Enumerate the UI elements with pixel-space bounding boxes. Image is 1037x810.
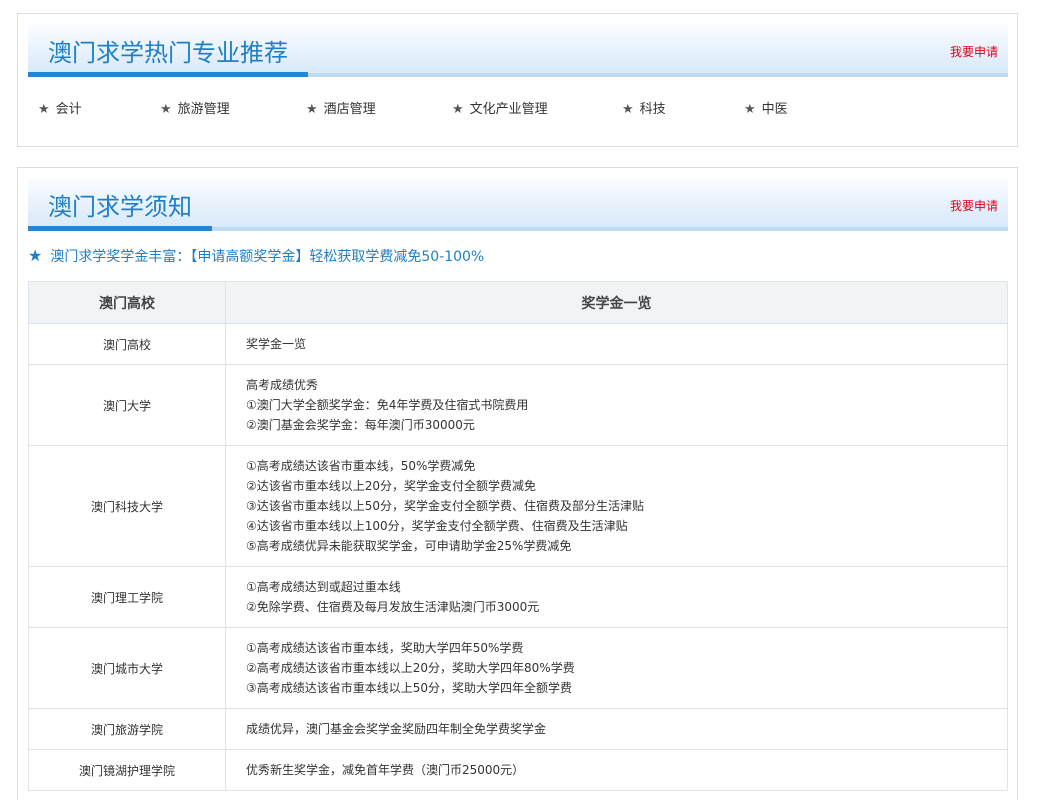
school-name: 澳门理工学院: [28, 566, 226, 628]
column-header-school: 澳门高校: [28, 281, 226, 324]
table-row: 澳门镜湖护理学院 优秀新生奖学金，减免首年学费（澳门币25000元）: [28, 749, 1008, 791]
scholarship-line: ①高考成绩达该省市重本线，奖助大学四年50%学费: [246, 641, 524, 655]
scholarship-line: ②免除学费、住宿费及每月发放生活津贴澳门币3000元: [246, 600, 540, 614]
scholarship-line: 优秀新生奖学金，减免首年学费（澳门币25000元）: [246, 763, 525, 777]
scholarship-table: 澳门高校 奖学金一览 澳门高校 奖学金一览 澳门大学 高考成绩优秀 ①澳门大学全…: [28, 281, 1008, 791]
scholarship-details: 高考成绩优秀 ①澳门大学全额奖学金：免4年学费及住宿式书院费用 ②澳门基金会奖学…: [225, 364, 1008, 446]
hot-majors-header: 澳门求学热门专业推荐 我要申请: [28, 24, 1008, 77]
major-item[interactable]: ★ 科技: [622, 98, 666, 117]
star-icon: ★: [38, 102, 50, 117]
major-item[interactable]: ★ 酒店管理: [306, 98, 376, 117]
scholarship-details: 奖学金一览: [225, 323, 1008, 365]
scholarship-line: ④达该省市重本线以上100分，奖学金支付全额学费、住宿费及生活津贴: [246, 519, 628, 533]
star-icon: ★: [28, 246, 43, 265]
hot-apply-link[interactable]: 我要申请: [950, 43, 998, 60]
school-name: 澳门高校: [28, 323, 226, 365]
table-row: 澳门高校 奖学金一览: [28, 323, 1008, 365]
major-label: 中医: [761, 102, 788, 117]
major-item[interactable]: ★ 文化产业管理: [452, 98, 548, 117]
major-item[interactable]: ★ 旅游管理: [160, 98, 230, 117]
school-name: 澳门镜湖护理学院: [28, 749, 226, 791]
hot-majors-panel: 澳门求学热门专业推荐 我要申请 ★ 会计 ★ 旅游管理 ★ 酒店管理 ★ 文化产业管理 …: [17, 13, 1018, 147]
scholarship-line: 成绩优异，澳门基金会奖学金奖励四年制全免学费奖学金: [246, 722, 547, 736]
scholarship-line: ②澳门基金会奖学金：每年澳门币30000元: [246, 418, 475, 432]
column-header-scholarship: 奖学金一览: [225, 281, 1008, 324]
major-item[interactable]: ★ 会计: [38, 98, 82, 117]
scholarship-details: ①高考成绩达该省市重本线，50%学费减免 ②达该省市重本线以上20分，奖学金支付…: [225, 445, 1008, 567]
school-name: 澳门大学: [28, 364, 226, 446]
scholarship-prefix: 澳门求学奖学金丰富：: [50, 249, 191, 265]
scholarship-line: ②达该省市重本线以上20分，奖学金支付全额学费减免: [246, 479, 537, 493]
scholarship-details: ①高考成绩达到或超过重本线 ②免除学费、住宿费及每月发放生活津贴澳门币3000元: [225, 566, 1008, 628]
scholarship-line: ①高考成绩达到或超过重本线: [246, 580, 401, 594]
star-icon: ★: [160, 102, 172, 117]
header-underline-accent: [28, 226, 212, 231]
study-notice-panel: 澳门求学须知 我要申请 ★ 澳门求学奖学金丰富：【申请高额奖学金】轻松获取学费减免…: [17, 167, 1018, 800]
table-row: 澳门旅游学院 成绩优异，澳门基金会奖学金奖励四年制全免学费奖学金: [28, 708, 1008, 750]
scholarship-line: 奖学金一览: [246, 337, 307, 351]
major-label: 旅游管理: [177, 102, 230, 117]
hot-majors-title: 澳门求学热门专业推荐: [48, 39, 288, 67]
study-notice-header: 澳门求学须知 我要申请: [28, 178, 1008, 231]
major-label: 酒店管理: [323, 102, 376, 117]
major-label: 会计: [55, 102, 82, 117]
study-notice-title: 澳门求学须知: [48, 193, 192, 221]
scholarship-apply-link[interactable]: 【申请高额奖学金】轻松获取学费减免50-100%: [190, 249, 484, 265]
table-row: 澳门理工学院 ①高考成绩达到或超过重本线 ②免除学费、住宿费及每月发放生活津贴澳…: [28, 566, 1008, 628]
scholarship-details: ①高考成绩达该省市重本线，奖助大学四年50%学费 ②高考成绩达该省市重本线以上2…: [225, 627, 1008, 709]
scholarship-details: 优秀新生奖学金，减免首年学费（澳门币25000元）: [225, 749, 1008, 791]
scholarship-line: ③高考成绩达该省市重本线以上50分，奖助大学四年全额学费: [246, 681, 573, 695]
scholarship-line: ②高考成绩达该省市重本线以上20分，奖助大学四年80%学费: [246, 661, 575, 675]
scholarship-line: ⑤高考成绩优异未能获取奖学金，可申请助学金25%学费减免: [246, 539, 572, 553]
scholarship-line: ③达该省市重本线以上50分，奖学金支付全额学费、住宿费及部分生活津贴: [246, 499, 645, 513]
star-icon: ★: [452, 102, 464, 117]
school-name: 澳门旅游学院: [28, 708, 226, 750]
major-label: 文化产业管理: [469, 102, 548, 117]
scholarship-details: 成绩优异，澳门基金会奖学金奖励四年制全免学费奖学金: [225, 708, 1008, 750]
header-underline-accent: [28, 72, 308, 77]
notice-apply-link[interactable]: 我要申请: [950, 197, 998, 214]
table-row: 澳门城市大学 ①高考成绩达该省市重本线，奖助大学四年50%学费 ②高考成绩达该省…: [28, 627, 1008, 709]
star-icon: ★: [306, 102, 318, 117]
scholarship-line: 高考成绩优秀: [246, 378, 319, 392]
star-icon: ★: [744, 102, 756, 117]
table-row: 澳门大学 高考成绩优秀 ①澳门大学全额奖学金：免4年学费及住宿式书院费用 ②澳门…: [28, 364, 1008, 446]
major-item[interactable]: ★ 中医: [744, 98, 788, 117]
major-label: 科技: [639, 102, 666, 117]
scholarship-line: ①澳门大学全额奖学金：免4年学费及住宿式书院费用: [246, 398, 529, 412]
school-name: 澳门科技大学: [28, 445, 226, 567]
school-name: 澳门城市大学: [28, 627, 226, 709]
table-header-row: 澳门高校 奖学金一览: [28, 281, 1008, 324]
table-row: 澳门科技大学 ①高考成绩达该省市重本线，50%学费减免 ②达该省市重本线以上20…: [28, 445, 1008, 567]
star-icon: ★: [622, 102, 634, 117]
scholarship-line: ①高考成绩达该省市重本线，50%学费减免: [246, 459, 476, 473]
scholarship-headline: ★ 澳门求学奖学金丰富：【申请高额奖学金】轻松获取学费减免50-100%: [28, 246, 484, 266]
